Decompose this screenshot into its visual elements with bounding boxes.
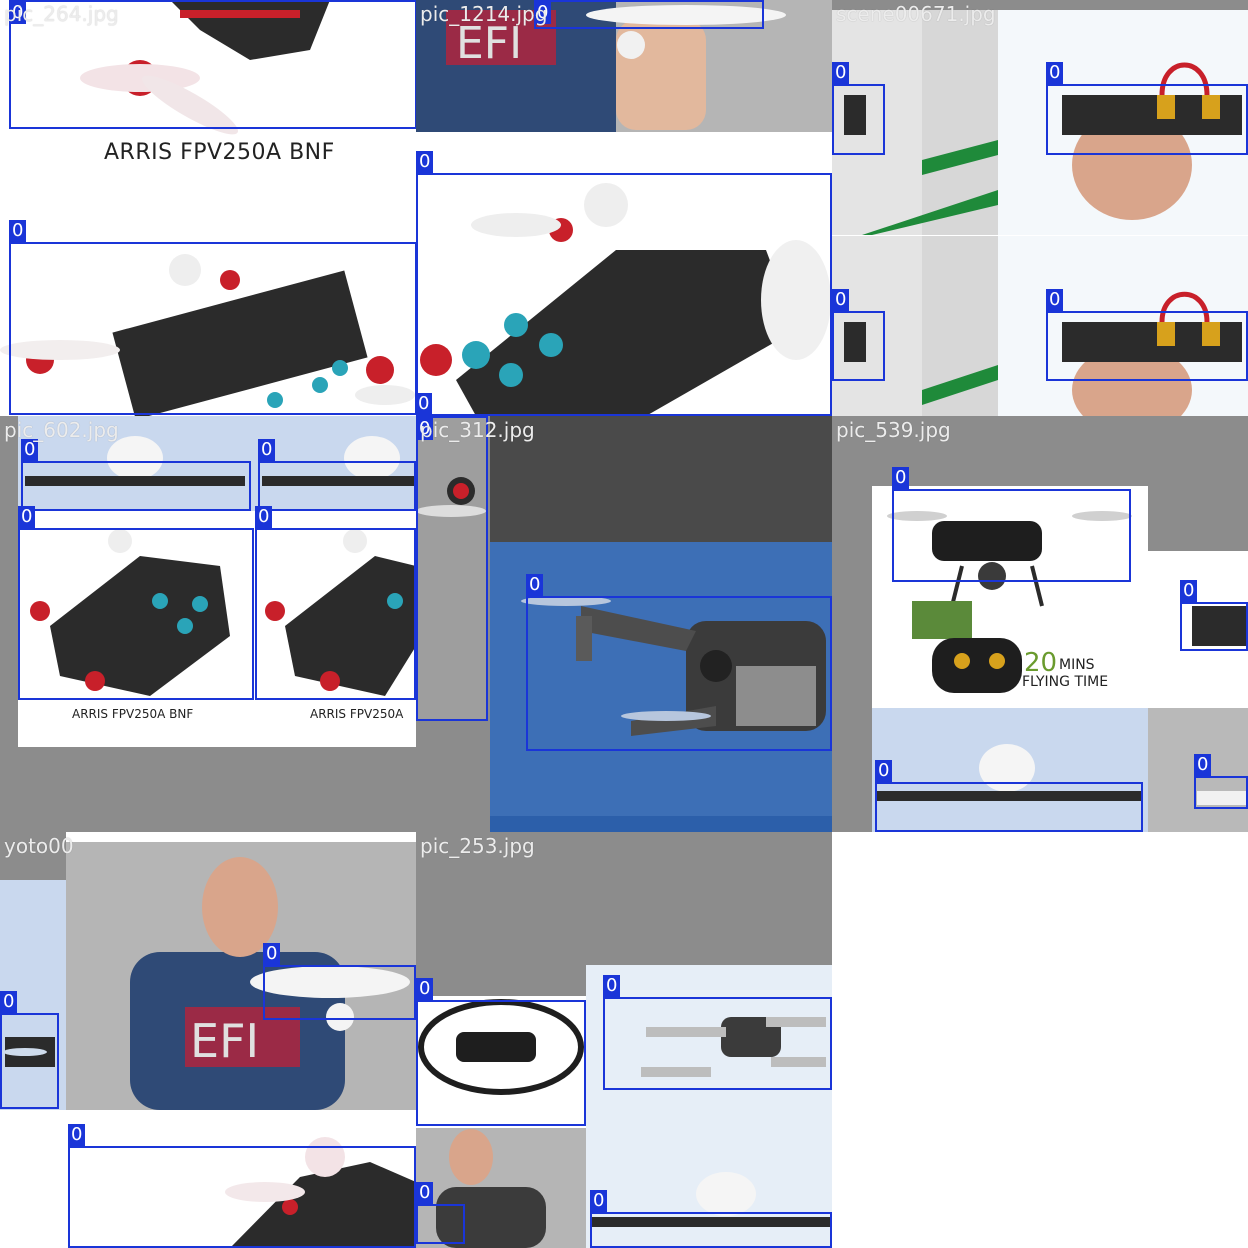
class-label: 0 <box>258 439 276 461</box>
class-label: 0 <box>416 1182 434 1204</box>
mosaic-tile-pic-539: 20 MINS FLYING TIME pic_539.jpg 0 0 0 0 <box>832 416 1248 832</box>
product-caption: ARRIS FPV250A <box>310 707 404 721</box>
detection-box: 0 <box>416 151 832 416</box>
mosaic-tile-pic-312: pic_312.jpg 0 0 <box>416 416 832 832</box>
mosaic-tile-pic-1214: EFI pic_1214.jpg 0 0 0 <box>416 0 832 416</box>
tile-filename: scene00671.jpg <box>836 2 996 26</box>
class-label: 0 <box>1046 62 1064 84</box>
class-label: 0 <box>18 506 36 528</box>
detection-box: 0 <box>892 467 1131 582</box>
class-label: 0 <box>590 1190 608 1212</box>
class-label: 0 <box>68 1124 86 1146</box>
empty-mosaic-cell <box>832 832 1248 1248</box>
flight-time-label: FLYING TIME <box>1022 674 1109 690</box>
tile-filename: pic_602.jpg <box>4 418 119 442</box>
detection-box: 0 <box>18 506 254 700</box>
class-label: 0 <box>892 467 910 489</box>
flight-time-mins: MINS <box>1059 657 1095 673</box>
detection-box: 0 <box>832 62 885 155</box>
tile-filename: pic_539.jpg <box>836 418 951 442</box>
detection-box: 0 <box>68 1124 416 1248</box>
tile-filename: yoto00 <box>4 834 74 858</box>
detection-box: 0 <box>416 978 586 1126</box>
mosaic-tile-pic-253: pic_253.jpg 0 0 0 0 <box>416 832 832 1248</box>
detection-box: 0 <box>1046 289 1248 381</box>
detection-box: 0 <box>875 760 1143 832</box>
class-label: 0 <box>832 62 850 84</box>
tile-filename: pic_264.jpg <box>4 2 119 26</box>
class-label: 0 <box>416 978 434 1000</box>
class-label: 0 <box>21 439 39 461</box>
detection-box: 0 <box>416 1182 465 1244</box>
detection-box: 0 <box>832 289 885 381</box>
class-label: 0 <box>416 151 434 173</box>
detection-box: 0 <box>1194 754 1248 809</box>
detection-box: 0 <box>534 0 764 29</box>
class-label: 0 <box>526 574 544 596</box>
class-label: 0 <box>0 991 18 1013</box>
detection-box: 0 <box>603 975 832 1090</box>
detection-box: 0 <box>9 220 416 415</box>
detection-box: 0 <box>526 574 832 751</box>
detection-box: 0 <box>0 991 59 1109</box>
detection-box: 0 <box>1180 580 1248 651</box>
detection-box: 0 <box>258 439 416 511</box>
detection-box: 0 <box>21 439 251 511</box>
mosaic-tile-scene-00671: scene00671.jpg 0 0 0 0 <box>832 0 1248 416</box>
class-label: 0 <box>1194 754 1212 776</box>
detection-box: 0 <box>590 1190 832 1248</box>
detection-box: 0 <box>263 943 416 1020</box>
tile-filename: pic_253.jpg <box>420 834 535 858</box>
class-label: 0 <box>416 393 433 415</box>
class-label: 0 <box>255 506 273 528</box>
mosaic-tile-pic-264: ARRIS FPV250A BNF pic_264.jpg 0 0 <box>0 0 416 416</box>
tile-filename: pic_1214.jpg <box>420 2 548 26</box>
product-caption: ARRIS FPV250A BNF <box>72 707 194 721</box>
mosaic-tile-pic-602: ARRIS FPV250A BNF ARRIS FPV250A pic_602.… <box>0 416 416 832</box>
detection-box: 0 <box>416 416 488 721</box>
product-caption: ARRIS FPV250A BNF <box>104 140 335 165</box>
detection-box: 0 <box>1046 62 1248 155</box>
detection-box: 0 <box>255 506 416 700</box>
class-label: 0 <box>1046 289 1064 311</box>
tile-filename: pic_312.jpg <box>420 418 535 442</box>
class-label: 0 <box>875 760 893 782</box>
svg-text:EFI: EFI <box>190 1014 259 1068</box>
class-label: 0 <box>263 943 281 965</box>
class-label: 0 <box>1180 580 1198 602</box>
class-label: 0 <box>603 975 621 997</box>
class-label: 0 <box>9 220 27 242</box>
mosaic-tile-yoto00: EFI yoto00 0 0 0 <box>0 832 416 1248</box>
class-label: 0 <box>832 289 850 311</box>
